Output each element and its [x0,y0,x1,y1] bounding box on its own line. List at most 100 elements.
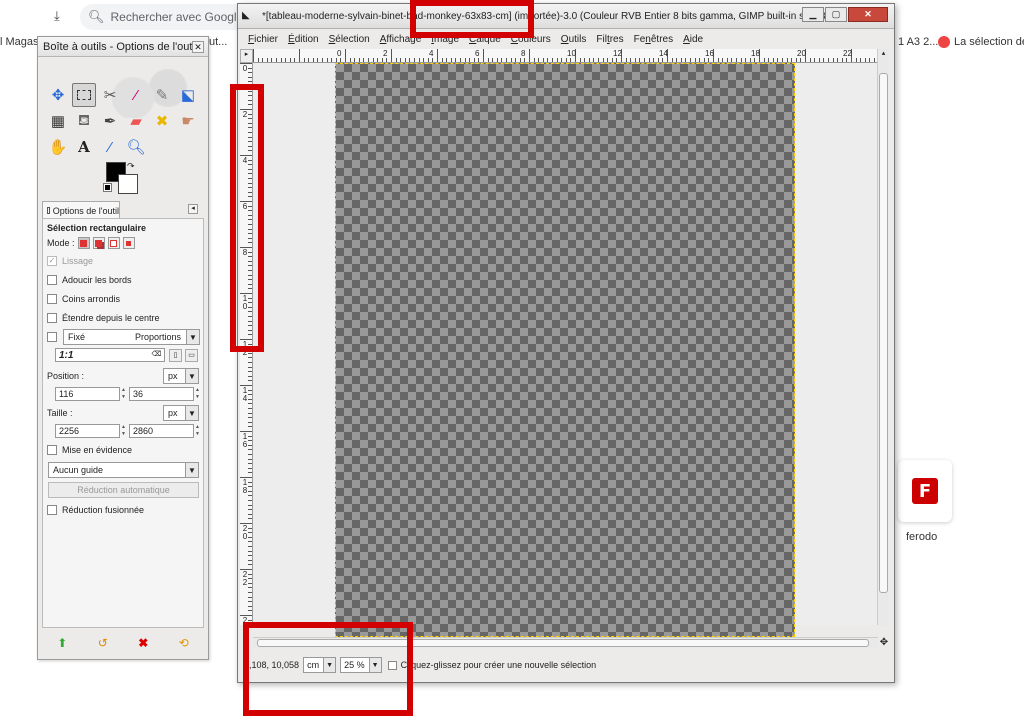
ruler-tick [340,58,342,62]
search-input[interactable]: 🔍︎ Rechercher avec Google ou saisir une … [80,4,250,30]
size-unit-combo[interactable]: px ▼ [163,405,199,421]
menu-6[interactable]: Couleurs [511,34,551,45]
tab-tool-options[interactable]: Options de l'outil [42,201,120,219]
menu-0[interactable]: Fichier [248,34,278,45]
lissage-checkbox[interactable]: ✓ [47,256,57,266]
gradient-tool-icon[interactable]: ▦ [46,109,70,133]
size-h-stepper[interactable]: ▲ ▼ [194,424,201,438]
toolbox-close-icon[interactable]: ✕ [192,41,204,53]
mode-replace-button[interactable] [77,237,90,249]
position-unit-combo[interactable]: px ▼ [163,368,199,384]
heal-tool-icon[interactable]: ✖ [150,109,174,133]
ruler-tick [404,58,406,62]
menu-10[interactable]: Aide [683,34,703,45]
bookmark-a3[interactable]: 1 A3 2.... [898,36,941,48]
scroll-up-icon[interactable]: ▴ [878,49,889,61]
bucket-fill-tool-icon[interactable]: ⛾ [72,109,96,133]
size-w-input[interactable]: 2256 [55,424,120,438]
bookmark-selection[interactable]: La sélection de pr [938,36,1024,49]
swap-colors-icon[interactable]: ↷ [127,161,135,172]
menu-3[interactable]: Affichage [380,34,422,45]
paintbrush-tool-icon[interactable]: ✒ [98,109,122,133]
lissage-row[interactable]: ✓ Lissage [47,256,93,266]
horizontal-scrollbar[interactable] [253,637,878,648]
tab-tool-options-label: Options de l'outil [52,205,119,216]
mode-intersect-button[interactable] [122,237,135,249]
horizontal-ruler[interactable]: 0 2 4 6 8 10 12 14 16 18 20 22 [253,49,878,63]
zoom-combo[interactable]: 25 % ▼ [340,657,382,673]
menu-7[interactable]: Outils [561,34,587,45]
restore-preset-icon[interactable]: ↺ [98,636,108,650]
fixe-row [47,332,62,342]
maximize-button[interactable]: ▢ [825,7,847,22]
fixe-checkbox[interactable] [47,332,57,342]
minimize-button[interactable]: ▁ [802,7,824,22]
warp-tool-icon[interactable]: ✋ [46,135,70,159]
scale-tool-icon[interactable]: ⬕ [176,83,200,107]
ruler-tick [248,86,252,87]
mode-subtract-button[interactable] [107,237,120,249]
menu-5[interactable]: Calque [469,34,501,45]
position-y-stepper[interactable]: ▲ ▼ [194,387,201,401]
mise-evidence-row[interactable]: Mise en évidence [47,445,132,455]
unit-combo[interactable]: cm ▼ [303,657,337,673]
delete-preset-icon[interactable]: ✖ [138,636,148,650]
save-preset-icon[interactable]: ⬆ [57,636,67,650]
vertical-scrollbar[interactable]: ▴ [877,49,889,625]
reduction-fus-checkbox[interactable] [47,505,57,515]
position-x-input[interactable]: 116 [55,387,120,401]
crop-tool-icon[interactable]: ✂ [98,83,122,107]
vertical-ruler[interactable]: 0246810121416182022242628 [240,63,253,625]
guide-combo[interactable]: Aucun guide ▼ [48,462,199,478]
background-color[interactable] [118,174,138,194]
color-picker-tool-icon[interactable]: ⁄ [98,135,122,159]
close-button[interactable]: ✕ [848,7,888,22]
fixe-combo[interactable]: Fixé Proportions ▼ [63,329,200,345]
adoucir-checkbox[interactable] [47,275,57,285]
menu-9[interactable]: Fenêtres [634,34,673,45]
etendre-checkbox[interactable] [47,313,57,323]
bookmark-partial[interactable]: ut... [209,36,227,48]
eraser-tool-icon[interactable]: ▰ [124,109,148,133]
menu-2[interactable]: Sélection [329,34,370,45]
horizontal-scroll-thumb[interactable] [257,639,869,647]
rect-select-tool-icon[interactable] [72,83,96,107]
reduction-fus-row[interactable]: Réduction fusionnée [47,505,144,515]
canvas-area[interactable] [253,63,878,637]
landscape-button[interactable]: ▭ [185,349,198,362]
cancel-op-checkbox[interactable] [387,660,397,670]
fuzzy-select-tool-icon[interactable]: ⁄ [124,83,148,107]
text-tool-icon[interactable]: A [72,135,96,159]
reduction-auto-button[interactable]: Réduction automatique [48,482,199,498]
mode-add-button[interactable] [92,237,105,249]
download-icon[interactable]: ⤓ [54,8,68,23]
bookmark-magasin[interactable]: l Magasi [0,36,41,48]
position-y-input[interactable]: 36 [129,387,194,401]
tab-menu-icon[interactable]: ◂ [188,204,198,214]
ratio-field[interactable]: 1:1 [55,348,165,362]
vertical-scroll-thumb[interactable] [879,73,888,593]
position-x-stepper[interactable]: ▲ ▼ [120,387,127,401]
size-w-stepper[interactable]: ▲ ▼ [120,424,127,438]
size-h-input[interactable]: 2860 [129,424,194,438]
portrait-button[interactable]: ▯ [169,349,182,362]
smudge-tool-icon[interactable]: ☛ [176,109,200,133]
transparent-image-canvas[interactable] [335,63,795,637]
menu-4[interactable]: Image [431,34,459,45]
zoom-tool-icon[interactable]: 🔍︎ [124,135,148,159]
reset-colors-icon[interactable] [103,183,112,192]
adoucir-row[interactable]: Adoucir les bords [47,275,132,285]
coins-checkbox[interactable] [47,294,57,304]
clear-field-icon[interactable]: ⌫ [150,349,163,362]
menu-1[interactable]: Édition [288,34,319,45]
move-tool-icon[interactable]: ✥ [46,83,70,107]
navigate-icon[interactable]: ✥ [878,637,890,649]
coins-row[interactable]: Coins arrondis [47,294,120,304]
quick-mask-menu-icon[interactable]: ▸ [240,49,253,63]
etendre-row[interactable]: Étendre depuis le centre [47,313,160,323]
menu-8[interactable]: Filtres [596,34,623,45]
reset-preset-icon[interactable]: ⟲ [179,636,189,650]
paths-tool-icon[interactable]: ✎ [150,83,174,107]
mise-evidence-checkbox[interactable] [47,445,57,455]
shortcut-tile-ferodo[interactable]: F [898,460,952,522]
